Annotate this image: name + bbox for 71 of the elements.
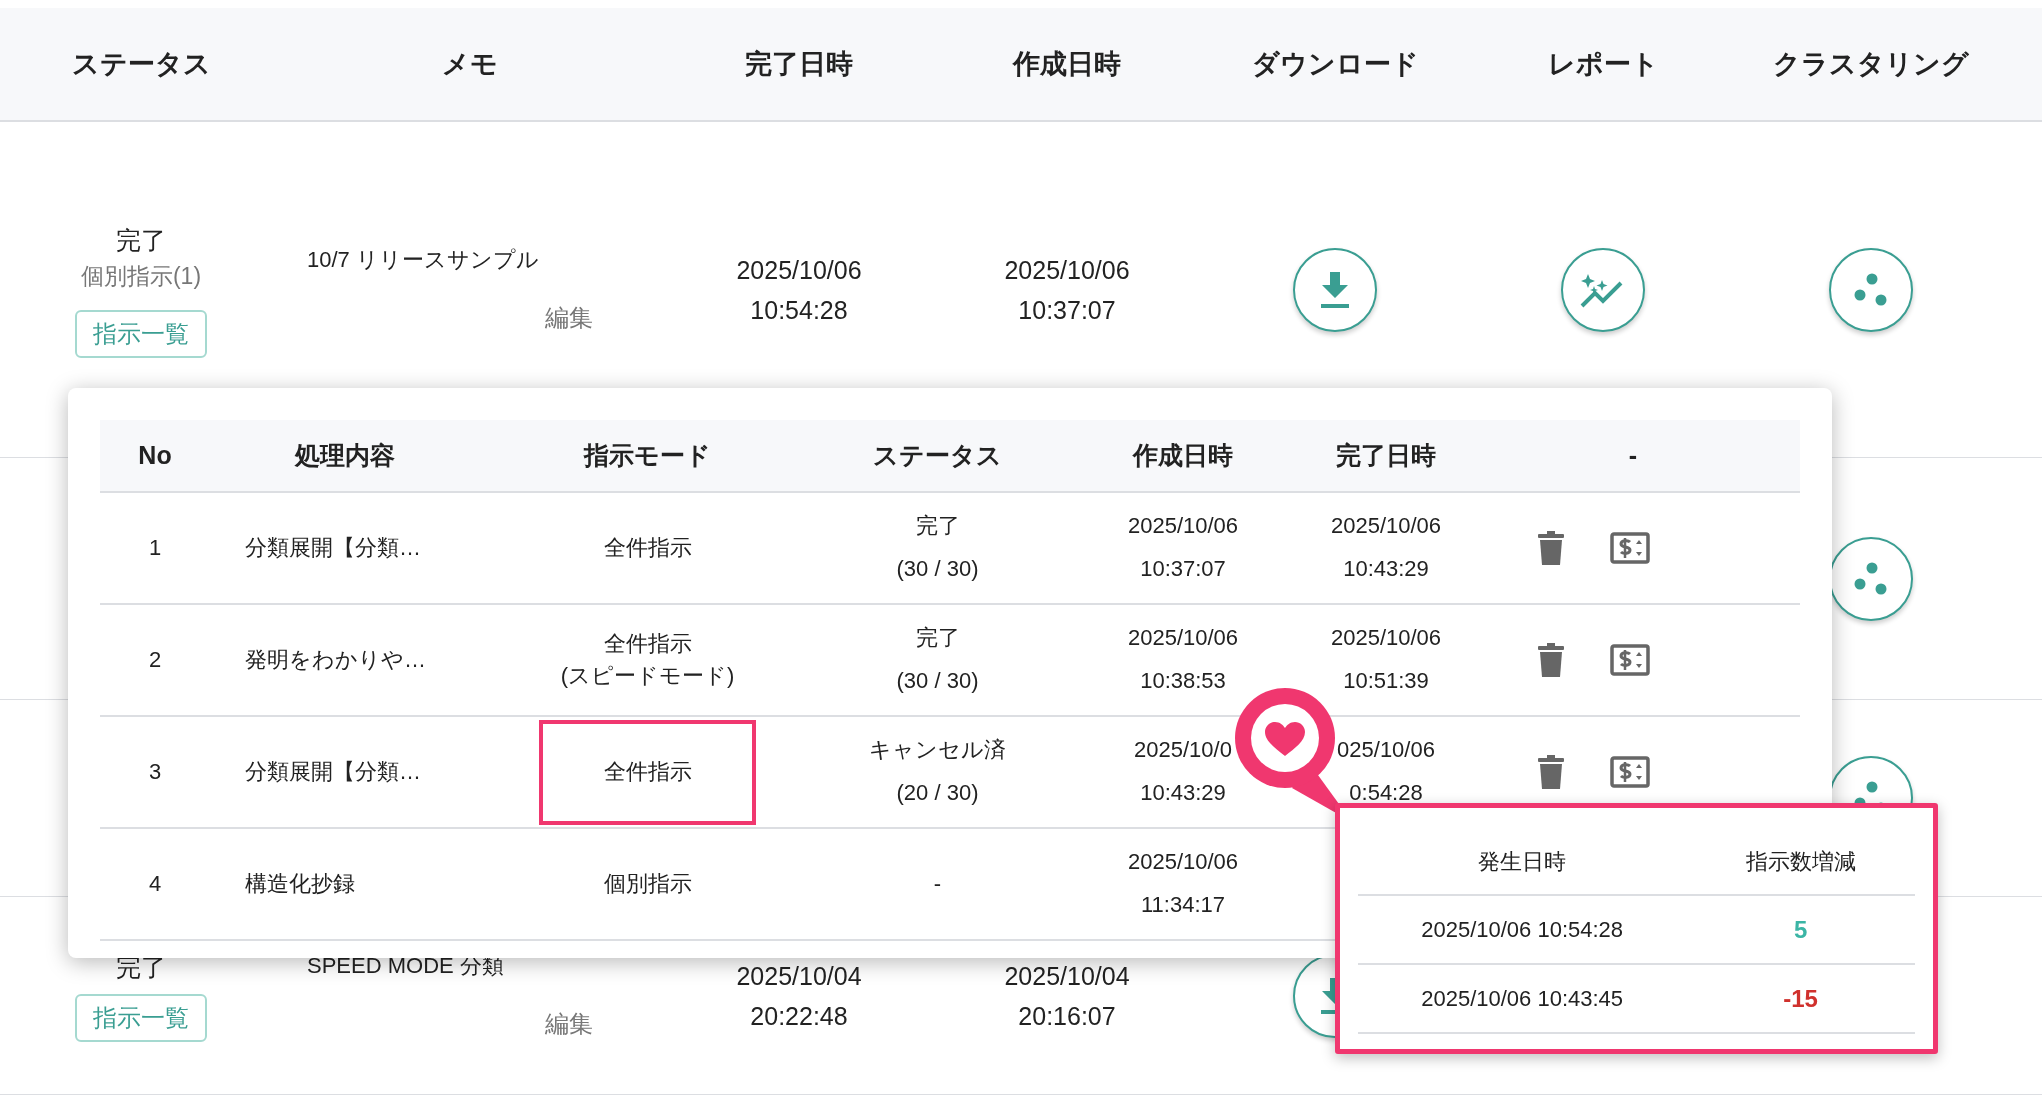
process-text: 分類展開【分類… (245, 757, 421, 786)
column-header: - (1628, 440, 1638, 469)
change-count: 5 (1793, 915, 1808, 943)
mode-text: 全件指示 (スピードモード) (560, 630, 735, 690)
column-header: 完了日時 (745, 48, 853, 79)
column-header: 指示数増減 (1745, 848, 1856, 874)
process-text: 発明をわかりや… (245, 645, 426, 674)
event-time: 2025/10/06 10:43:45 (1421, 986, 1624, 1011)
process-text: 分類展開【分類… (245, 533, 421, 562)
row-number: 1 (148, 533, 162, 562)
report-button[interactable] (1561, 247, 1645, 332)
column-header: ダウンロード (1251, 48, 1419, 79)
column-header: 指示モード (584, 440, 711, 469)
billing-button[interactable] (1610, 756, 1650, 788)
column-header: クラスタリング (1773, 48, 1969, 79)
download-button[interactable] (1293, 247, 1377, 332)
edit-link[interactable]: 編集 (545, 300, 593, 336)
completed-time: 10:54:28 (750, 294, 848, 326)
mode-text: 全件指示 (603, 758, 692, 787)
memo-text: 10/7 リリースサンプル (306, 246, 539, 274)
column-header: 完了日時 (1336, 440, 1436, 469)
status-text: 完了 (30 / 30) (896, 512, 979, 583)
row-number: 2 (148, 645, 162, 674)
column-header: 発生日時 (1478, 848, 1567, 874)
created-time: 2025/10/06 10:38:53 (1127, 624, 1239, 695)
column-header: 作成日時 (1013, 48, 1121, 79)
edit-link[interactable]: 編集 (545, 1006, 593, 1042)
mode-text: 全件指示 (603, 534, 692, 563)
created-time: 2025/10/06 (1004, 254, 1130, 286)
created-time: 2025/10/06 11:34:17 (1127, 848, 1239, 919)
completed-time: 20:22:48 (750, 1000, 848, 1032)
row-number: 3 (148, 757, 162, 786)
column-header: No (138, 440, 172, 469)
delete-button[interactable] (1538, 643, 1564, 677)
mode-text: 個別指示 (603, 870, 692, 899)
instruction-list-button[interactable]: 指示一覧 (75, 309, 207, 358)
column-header: レポート (1547, 48, 1659, 79)
column-header: 作成日時 (1133, 440, 1233, 469)
created-time: 10:37:07 (1018, 294, 1116, 326)
change-count: -15 (1783, 984, 1818, 1012)
dots-icon (1853, 561, 1889, 596)
completed-time: 2025/10/06 10:43:29 (1330, 512, 1442, 583)
status-text: - (933, 869, 942, 898)
instruction-list-button[interactable]: 指示一覧 (75, 994, 207, 1043)
clustering-button[interactable] (1829, 247, 1913, 332)
column-header: メモ (442, 48, 498, 79)
status-text: 完了 (116, 951, 166, 983)
status-text: 完了 (116, 224, 166, 256)
column-header: ステータス (873, 440, 1002, 469)
created-time: 2025/10/0 10:43:29 (1134, 736, 1232, 807)
column-header: ステータス (71, 48, 211, 79)
created-time: 20:16:07 (1018, 1000, 1116, 1032)
delete-button[interactable] (1538, 755, 1564, 789)
status-text: 完了 (30 / 30) (896, 624, 979, 695)
billing-button[interactable] (1610, 532, 1650, 564)
event-time: 2025/10/06 10:54:28 (1421, 917, 1624, 942)
status-text: キャンセル済 (20 / 30) (869, 736, 1006, 807)
delete-button[interactable] (1538, 531, 1564, 565)
mode-text: 個別指示(1) (80, 262, 202, 291)
column-header: 処理内容 (295, 440, 395, 469)
completed-time: 2025/10/06 (736, 254, 862, 286)
completed-time: 2025/10/06 10:51:39 (1330, 624, 1442, 695)
process-text: 構造化抄録 (245, 869, 355, 898)
completed-time: 2025/10/04 (736, 960, 862, 992)
created-time: 2025/10/04 (1004, 960, 1130, 992)
clustering-button[interactable] (1829, 536, 1913, 621)
dots-icon (1853, 272, 1889, 307)
row-number: 4 (148, 869, 162, 898)
billing-button[interactable] (1610, 644, 1650, 676)
completed-time: 025/10/06 0:54:28 (1337, 736, 1435, 807)
created-time: 2025/10/06 10:37:07 (1127, 512, 1239, 583)
